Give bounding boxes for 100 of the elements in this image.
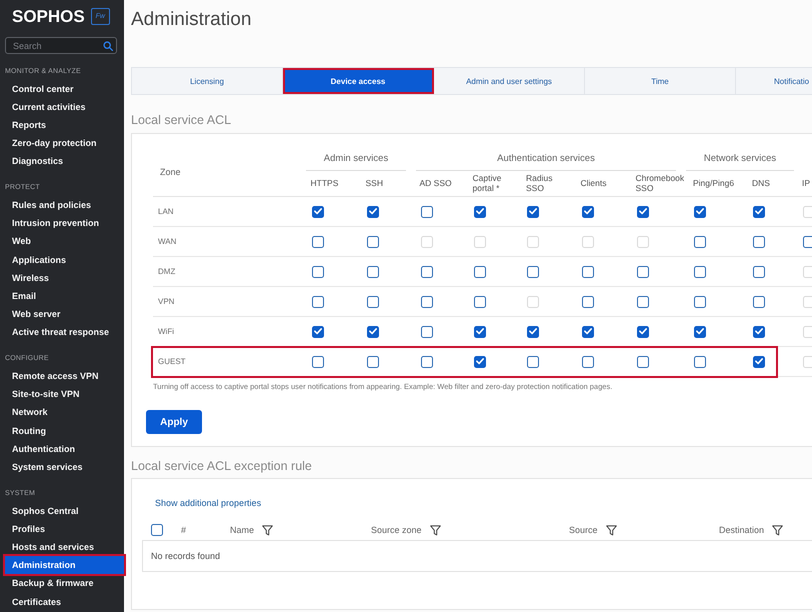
nav-item[interactable]: Rules and policies — [5, 196, 124, 214]
checkbox[interactable] — [694, 296, 706, 308]
checkbox[interactable] — [582, 266, 594, 278]
checkbox[interactable] — [312, 236, 324, 248]
checkbox[interactable] — [474, 296, 486, 308]
nav-item[interactable]: Network — [5, 403, 124, 422]
nav-item[interactable]: Hosts and services — [5, 538, 124, 556]
nav-item[interactable]: Diagnostics — [5, 152, 124, 170]
nav-item[interactable]: Remote access VPN — [5, 366, 124, 386]
checkbox[interactable] — [753, 296, 765, 308]
checkbox[interactable] — [151, 524, 163, 536]
checkbox[interactable] — [694, 266, 706, 278]
checkbox[interactable] — [420, 266, 432, 278]
checkbox[interactable] — [694, 206, 706, 218]
nav-item[interactable]: Current activities — [5, 98, 124, 116]
column-header: IP — [802, 178, 810, 188]
show-properties-link[interactable]: Show additional properties — [155, 496, 262, 510]
nav-item[interactable]: Routing — [5, 422, 124, 440]
checkbox[interactable] — [366, 296, 378, 308]
checkbox[interactable] — [312, 326, 324, 338]
nav-item[interactable]: Administration — [5, 556, 124, 574]
column-header[interactable]: Name — [230, 524, 274, 536]
checkbox[interactable] — [582, 206, 594, 218]
tab[interactable]: Time — [585, 68, 736, 94]
column-header: SSH — [366, 178, 383, 188]
checkbox[interactable] — [312, 356, 324, 368]
checkbox[interactable] — [366, 236, 378, 248]
nav-item[interactable]: Control center — [5, 80, 124, 98]
nav-item[interactable]: Profiles — [5, 520, 124, 538]
checkbox[interactable] — [636, 326, 648, 338]
checkbox[interactable] — [527, 356, 539, 368]
column-header: HTTPS — [310, 178, 338, 188]
checkbox[interactable] — [366, 356, 378, 368]
nav-item[interactable]: Zero-day protection — [5, 134, 124, 152]
nav-item[interactable]: Backup & firmware — [5, 574, 124, 592]
nav-item[interactable]: Intrusion prevention — [5, 214, 124, 232]
checkbox[interactable] — [474, 326, 486, 338]
checkbox[interactable] — [312, 206, 324, 218]
check-mark-icon — [476, 328, 484, 335]
checkbox[interactable] — [694, 236, 706, 248]
filter-icon[interactable] — [772, 524, 784, 536]
filter-icon[interactable] — [262, 524, 274, 536]
nav-item[interactable]: Active threat response — [5, 323, 124, 342]
zone-name: DMZ — [158, 267, 176, 276]
nav-item[interactable]: Certificates — [5, 592, 124, 611]
checkbox[interactable] — [694, 326, 706, 338]
checkbox[interactable] — [527, 206, 539, 218]
checkbox[interactable] — [803, 236, 812, 248]
checkbox[interactable] — [474, 266, 486, 278]
checkbox[interactable] — [753, 266, 765, 278]
column-header[interactable]: Source — [569, 524, 617, 536]
section-heading: Local service ACL — [131, 113, 232, 127]
checkbox[interactable] — [366, 326, 378, 338]
checkbox[interactable] — [582, 296, 594, 308]
checkbox[interactable] — [753, 356, 765, 368]
checkbox[interactable] — [582, 356, 594, 368]
filter-icon[interactable] — [606, 524, 617, 536]
apply-button[interactable]: Apply — [146, 410, 202, 434]
nav-item[interactable]: Authentication — [5, 440, 124, 458]
nav-item[interactable]: Email — [5, 286, 124, 306]
checkbox[interactable] — [312, 296, 324, 308]
checkbox[interactable] — [636, 266, 648, 278]
filter-icon[interactable] — [430, 524, 441, 536]
nav-item[interactable]: Applications — [5, 250, 124, 269]
nav-item[interactable]: Wireless — [5, 268, 124, 287]
column-header[interactable]: Source zone — [371, 524, 441, 536]
checkbox[interactable] — [753, 206, 765, 218]
empty-message: No records found — [151, 551, 220, 561]
checkbox[interactable] — [527, 266, 539, 278]
nav-item[interactable]: System services — [5, 458, 124, 476]
tab[interactable]: Admin and user settings — [434, 68, 585, 94]
nav-item[interactable]: Web — [5, 232, 124, 250]
nav-item[interactable]: Web server — [5, 305, 124, 324]
nav-item[interactable]: Reports — [5, 116, 124, 134]
checkbox[interactable] — [312, 266, 324, 278]
checkbox[interactable] — [366, 266, 378, 278]
page-title: Administration — [131, 8, 252, 32]
checkbox[interactable] — [636, 356, 648, 368]
checkbox[interactable] — [753, 236, 765, 248]
tab[interactable]: Device access — [283, 68, 434, 94]
checkbox[interactable] — [636, 296, 648, 308]
column-header[interactable]: # — [181, 525, 186, 535]
checkbox[interactable] — [420, 206, 432, 218]
search-icon[interactable] — [103, 40, 113, 50]
checkbox[interactable] — [582, 326, 594, 338]
tab[interactable]: Notificatio — [736, 68, 812, 94]
checkbox[interactable] — [474, 356, 486, 368]
nav-item[interactable]: Site-to-site VPN — [5, 385, 124, 404]
checkbox[interactable] — [420, 356, 432, 368]
checkbox[interactable] — [636, 206, 648, 218]
checkbox[interactable] — [474, 206, 486, 218]
checkbox[interactable] — [420, 296, 432, 308]
checkbox[interactable] — [420, 326, 432, 338]
checkbox[interactable] — [694, 356, 706, 368]
checkbox[interactable] — [366, 206, 378, 218]
column-header[interactable]: Destination — [719, 524, 784, 536]
checkbox[interactable] — [527, 326, 539, 338]
nav-item[interactable]: Sophos Central — [5, 502, 124, 520]
checkbox[interactable] — [753, 326, 765, 338]
search-field[interactable]: Search — [5, 37, 117, 54]
